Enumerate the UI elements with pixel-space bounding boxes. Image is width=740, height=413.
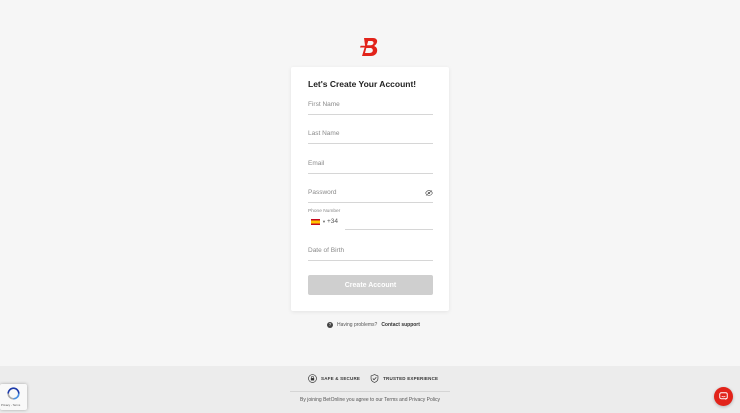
password-field[interactable]: Password: [308, 189, 433, 203]
footer-divider: [290, 391, 450, 392]
email-placeholder: Email: [308, 160, 325, 167]
question-circle-icon: ?: [327, 322, 333, 328]
create-account-button[interactable]: Create Account: [308, 275, 433, 295]
shield-check-icon: [370, 374, 379, 383]
lock-icon: [308, 374, 317, 383]
recaptcha-badge[interactable]: Privacy - Terms: [0, 384, 27, 410]
eye-icon[interactable]: [425, 190, 433, 196]
recaptcha-icon: [7, 387, 20, 400]
last-name-field[interactable]: Last Name: [308, 130, 433, 144]
legal-text: By joining BetOnline you agree to our Te…: [300, 397, 440, 403]
contact-support-link[interactable]: Contact support: [381, 322, 420, 328]
date-of-birth-placeholder: Date of Birth: [308, 247, 345, 254]
safe-secure-badge: SAFE & SECURE: [308, 374, 360, 383]
phone-field[interactable]: ▼ +34: [308, 217, 433, 230]
safe-secure-label: SAFE & SECURE: [321, 376, 361, 381]
first-name-field[interactable]: First Name: [308, 101, 433, 115]
trusted-experience-badge: TRUSTED EXPERIENCE: [370, 374, 438, 383]
first-name-placeholder: First Name: [308, 101, 340, 108]
phone-label: Phone Number: [308, 209, 341, 214]
trust-badges: SAFE & SECURE TRUSTED EXPERIENCE: [308, 374, 438, 383]
password-placeholder: Password: [308, 189, 337, 196]
chat-launcher-button[interactable]: [714, 387, 733, 406]
recaptcha-links[interactable]: Privacy - Terms: [1, 403, 20, 407]
chat-bubble-icon: [719, 392, 728, 401]
chevron-down-icon[interactable]: ▼: [322, 219, 326, 224]
last-name-placeholder: Last Name: [308, 130, 340, 137]
phone-input-underline[interactable]: [345, 229, 433, 230]
spain-flag-icon[interactable]: [311, 219, 320, 225]
signup-card: Let's Create Your Account! First Name La…: [291, 67, 449, 311]
form-title: Let's Create Your Account!: [308, 79, 417, 89]
dial-code: +34: [327, 218, 339, 225]
trusted-experience-label: TRUSTED EXPERIENCE: [383, 376, 439, 381]
help-line: ? Having problems? Contact support: [327, 322, 420, 328]
email-field[interactable]: Email: [308, 160, 433, 174]
date-of-birth-field[interactable]: Date of Birth: [308, 247, 433, 261]
help-text: Having problems?: [337, 322, 378, 328]
betonline-b-logo-icon[interactable]: [359, 37, 381, 57]
